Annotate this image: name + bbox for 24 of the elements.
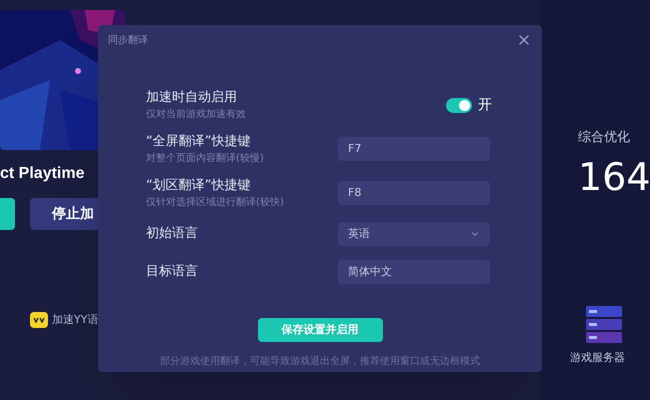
- toggle-state: 开: [478, 96, 492, 114]
- setting-hint: 仅对当前游戏加速有效: [146, 108, 246, 122]
- setting-label: “全屏翻译”快捷键: [146, 132, 252, 151]
- score-label: 综合优化: [578, 129, 631, 147]
- language-select[interactable]: 英语: [338, 222, 490, 246]
- server-icon: [586, 306, 622, 344]
- setting-label: 目标语言: [146, 263, 198, 282]
- setting-hint: 对整个页面内容翻译(较慢): [146, 152, 264, 166]
- start-button[interactable]: [0, 198, 15, 230]
- game-title: ct Playtime: [0, 164, 86, 184]
- footer-note: 部分游戏使用翻译，可能导致游戏退出全屏，推荐使用窗口或无边框模式: [159, 354, 481, 369]
- server-label: 游戏服务器: [570, 350, 626, 366]
- setting-hint: 仅针对选择区域进行翻译(较快): [146, 196, 284, 210]
- hotkey-field[interactable]: F7: [338, 137, 490, 161]
- setting-label: 初始语言: [146, 225, 198, 244]
- hotkey-field[interactable]: F8: [338, 181, 490, 205]
- score-value: 164: [578, 158, 650, 196]
- input-field[interactable]: 简体中文: [338, 260, 490, 284]
- toggle-switch[interactable]: [446, 98, 472, 112]
- dialog-title: 同步翻译: [108, 34, 148, 48]
- setting-label: “划区翻译”快捷键: [146, 176, 252, 195]
- setting-label: 加速时自动启用: [146, 88, 238, 107]
- app-logo-icon: [30, 312, 48, 328]
- voice-label: 加速YY语: [52, 312, 98, 328]
